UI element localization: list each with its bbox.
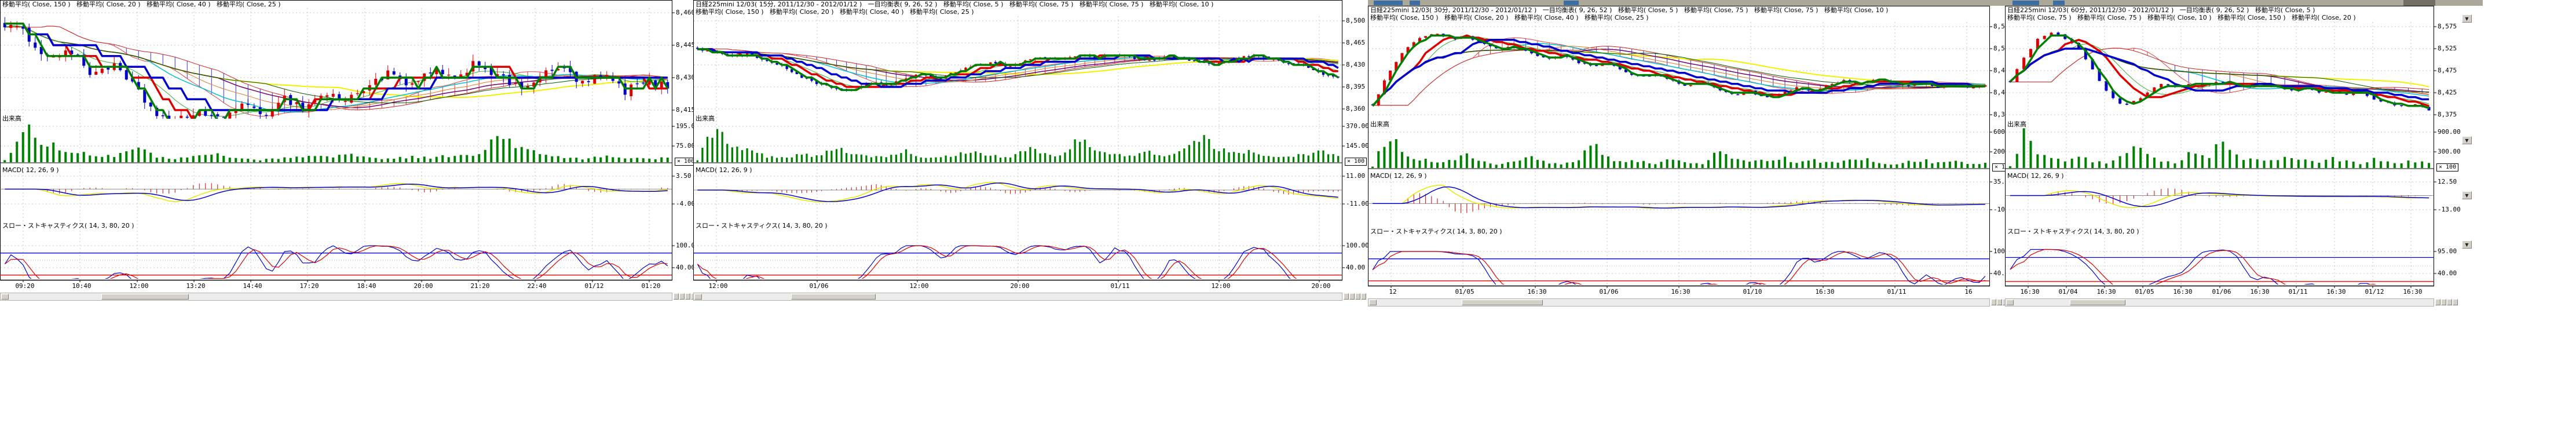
horizontal-scrollbar[interactable] xyxy=(0,293,672,301)
volume-section-dropdown-icon[interactable]: ▼ xyxy=(2462,136,2472,144)
scrollbar-thumb[interactable] xyxy=(2070,300,2125,305)
chart-window-3[interactable]: 日経225mini 12/03( 30分, 2011/12/30 - 2012/… xyxy=(1368,6,2015,308)
volume-multiplier-box: × 100 xyxy=(1345,158,1367,166)
horizontal-scrollbar[interactable] xyxy=(1368,298,1990,307)
chart-window-1[interactable]: 移動平均( Close, 150 ) 移動平均( Close, 20 ) 移動平… xyxy=(0,0,698,302)
scrollbar-corner-button[interactable] xyxy=(2453,299,2458,305)
scrollbar-corner-button[interactable] xyxy=(674,293,679,300)
scrollbar-left-button[interactable] xyxy=(694,294,702,300)
scrollbar-corner-button[interactable] xyxy=(1344,293,1349,300)
background-window-tab xyxy=(1564,1,1579,5)
scrollbar-left-button[interactable] xyxy=(2006,300,2014,305)
macd-section-dropdown-icon[interactable]: ▼ xyxy=(2462,191,2472,199)
scrollbar-corner-button[interactable] xyxy=(2441,299,2446,305)
chart-canvas-4 xyxy=(2005,6,2460,308)
scrollbar-left-button[interactable] xyxy=(1369,300,1377,305)
horizontal-scrollbar[interactable] xyxy=(2005,298,2434,307)
scrollbar-corner-button[interactable] xyxy=(2447,299,2452,305)
stoch-section-dropdown-icon[interactable]: ▼ xyxy=(2462,240,2472,249)
background-window-tab xyxy=(1374,1,1403,5)
chart-canvas-1 xyxy=(0,0,698,302)
background-window-strip xyxy=(1368,0,2483,6)
scrollbar-corner-button[interactable] xyxy=(1997,299,2002,305)
chart-window-4[interactable]: 日経225mini 12/03( 60分, 2011/12/30 - 2012/… xyxy=(2005,6,2460,308)
horizontal-scrollbar[interactable] xyxy=(693,293,1342,301)
scrollbar-thumb[interactable] xyxy=(791,294,876,300)
scrollbar-thumb[interactable] xyxy=(101,294,189,300)
chart-canvas-2 xyxy=(693,0,1368,302)
background-window-tab xyxy=(2053,1,2065,5)
scrollbar-corner-button[interactable] xyxy=(1991,299,1996,305)
scrollbar-corner-button[interactable] xyxy=(1349,293,1355,300)
price-section-dropdown-icon[interactable]: ▼ xyxy=(2462,14,2472,23)
scrollbar-corner-button[interactable] xyxy=(1361,293,1366,300)
scrollbar-thumb[interactable] xyxy=(1462,300,1543,305)
scrollbar-corner-button[interactable] xyxy=(2435,299,2440,305)
volume-multiplier-box: × 100 xyxy=(2436,163,2458,172)
scrollbar-left-button[interactable] xyxy=(1,294,9,300)
background-window-tab xyxy=(1410,1,1420,5)
desktop: { "app": {"background": "#ffffff"}, "col… xyxy=(0,0,2576,445)
scrollbar-corner-button[interactable] xyxy=(679,293,685,300)
background-window-tab xyxy=(2012,1,2039,5)
scrollbar-corner-button[interactable] xyxy=(1355,293,1360,300)
chart-window-2[interactable]: 日経225mini 12/03( 15分, 2011/12/30 - 2012/… xyxy=(693,0,1368,302)
scrollbar-corner-button[interactable] xyxy=(685,293,690,300)
chart-canvas-3 xyxy=(1368,6,2015,308)
